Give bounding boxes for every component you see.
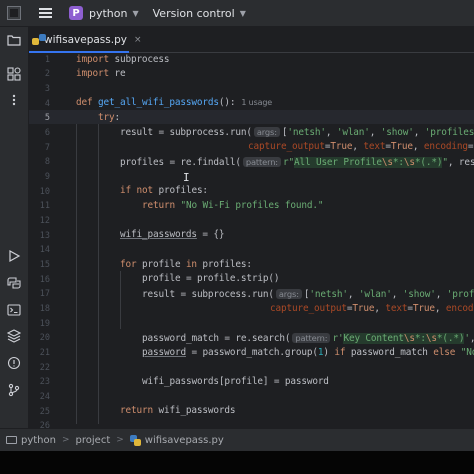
param-hint: pattern: [242,157,281,167]
line-number[interactable]: 22 [29,363,50,373]
code-line[interactable]: profiles = re.findall(pattern: r"All User… [120,155,474,169]
line-number[interactable]: 26 [29,421,50,428]
indent-guide [76,124,77,424]
chevron-down-icon[interactable]: ▼ [240,9,246,18]
breadcrumb-separator: > [116,435,124,445]
editor-tab-bar: wifisavepass.py × [29,27,474,53]
indent-guide [120,271,121,329]
breadcrumb-folder[interactable]: project [76,435,111,446]
indent-guide [98,124,99,424]
line-number[interactable]: 4 [29,99,50,109]
more-icon[interactable] [7,93,21,107]
code-line[interactable]: for profile in profiles: [120,258,252,272]
folder-icon [6,436,17,444]
structure-icon[interactable] [7,67,21,81]
python-packages-icon[interactable] [7,276,21,290]
line-number[interactable]: 25 [29,407,50,417]
line-number[interactable]: 20 [29,333,50,343]
line-number[interactable]: 1 [29,55,50,65]
code-line[interactable]: result = subprocess.run(args: ['netsh', '… [142,287,474,301]
line-number[interactable]: 23 [29,377,50,387]
line-number[interactable]: 12 [29,216,50,226]
line-number[interactable]: 6 [29,128,50,138]
code-line[interactable]: if not profiles: [120,184,208,198]
line-number[interactable]: 17 [29,289,50,299]
line-number[interactable]: 11 [29,201,50,211]
line-number[interactable]: 2 [29,69,50,79]
chevron-down-icon[interactable]: ▼ [132,9,138,18]
code-line[interactable]: return "No Wi-Fi profiles found." [142,199,323,213]
run-icon[interactable] [7,249,21,263]
vcs-widget[interactable]: Version control [153,7,235,20]
line-number[interactable]: 3 [29,84,50,94]
code-line[interactable]: import subprocess [76,53,170,67]
line-number[interactable]: 24 [29,392,50,402]
tab-wifisavepass[interactable]: wifisavepass.py × [29,27,142,53]
code-line[interactable]: capture_output=True, text=True, encoding… [270,302,474,316]
line-number[interactable]: 10 [29,187,50,197]
code-line[interactable]: capture_output=True, text=True, encoding… [248,140,473,154]
line-number[interactable]: 19 [29,319,50,329]
line-number[interactable]: 7 [29,143,50,153]
breadcrumb-separator: > [61,435,70,445]
breadcrumb-file[interactable]: wifisavepass.py [145,435,224,446]
breadcrumb-project[interactable]: python [21,435,56,446]
usages-hint: 1 usage [241,98,273,107]
code-line[interactable]: wifi_passwords[profile] = password [142,375,329,389]
text-cursor-icon: I [183,171,190,184]
code-line[interactable]: try: [98,111,120,125]
line-number[interactable]: 16 [29,275,50,285]
project-name[interactable]: python [89,7,127,20]
status-bar: python > project > wifisavepass.py [0,428,474,451]
python-file-icon [129,434,141,446]
project-badge-icon[interactable]: P [69,6,83,20]
code-line[interactable]: wifi_passwords = {} [120,228,225,242]
layers-icon[interactable] [7,329,21,343]
ide-logo-icon [7,6,21,20]
line-number[interactable]: 8 [29,157,50,167]
line-number[interactable]: 18 [29,304,50,314]
current-line-highlight [29,110,474,124]
param-hint: args: [275,289,302,299]
param-hint: args: [253,127,280,137]
close-icon[interactable]: × [134,35,142,45]
code-line[interactable]: password = password_match.group(1) if pa… [142,346,474,360]
title-bar: P python ▼ Version control ▼ [0,0,474,27]
code-line[interactable]: password_match = re.search(pattern: r'Key… [142,331,474,345]
folder-icon[interactable] [7,33,21,47]
line-number[interactable]: 15 [29,260,50,270]
tab-label: wifisavepass.py [44,33,127,46]
param-hint: pattern: [292,333,331,343]
video-letterbox [0,451,474,474]
code-line[interactable]: result = subprocess.run(args: ['netsh', '… [120,125,474,139]
line-number[interactable]: 21 [29,348,50,358]
line-number[interactable]: 14 [29,245,50,255]
breadcrumb: python > project > wifisavepass.py [6,434,224,446]
line-number[interactable]: 13 [29,231,50,241]
code-line[interactable]: import re [76,67,126,81]
terminal-icon[interactable] [7,303,21,317]
code-line[interactable]: return wifi_passwords [120,404,236,418]
problems-icon[interactable] [7,356,21,370]
tool-window-sidebar [0,27,29,450]
line-number[interactable]: 9 [29,172,50,182]
git-icon[interactable] [7,383,21,397]
code-line[interactable]: def get_all_wifi_passwords(): 1 usage [76,96,272,110]
code-line[interactable]: profile = profile.strip() [142,272,280,286]
code-editor[interactable]: 1 2 3 4 5 6 7 8 9 10 11 12 13 14 15 16 1… [29,53,474,428]
line-number[interactable]: 5 [29,113,50,123]
main-menu-icon[interactable] [39,8,52,18]
